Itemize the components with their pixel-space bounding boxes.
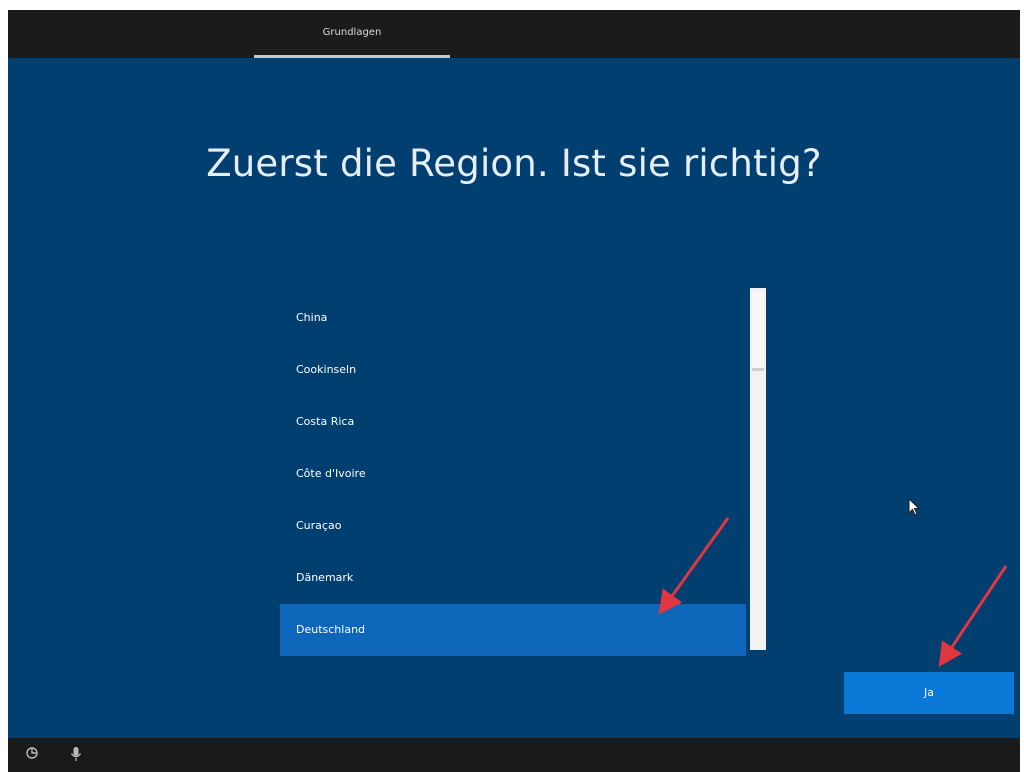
annotation-arrow-button xyxy=(938,565,1008,667)
oobe-screen: Grundlagen Zuerst die Region. Ist sie ri… xyxy=(8,10,1020,772)
tab-label: Grundlagen xyxy=(322,27,382,38)
ease-of-access-icon[interactable] xyxy=(22,746,42,766)
region-item-label: Dänemark xyxy=(296,571,354,584)
scrollbar-thumb[interactable] xyxy=(752,292,764,371)
bottom-bar xyxy=(8,738,1020,772)
region-item-label: Curaçao xyxy=(296,519,342,532)
region-item-cookinseln[interactable]: Cookinseln xyxy=(280,344,746,396)
region-item-china[interactable]: China xyxy=(280,292,746,344)
page-title: Zuerst die Region. Ist sie richtig? xyxy=(206,142,822,185)
region-item-label: Deutschland xyxy=(296,623,366,636)
top-bar: Grundlagen xyxy=(8,10,1020,58)
region-list[interactable]: China Cookinseln Costa Rica Côte d'Ivoir… xyxy=(280,288,766,656)
tab-active-indicator xyxy=(254,55,450,58)
region-item-cote-divoire[interactable]: Côte d'Ivoire xyxy=(280,448,746,500)
region-item-label: China xyxy=(296,311,328,324)
region-item-deutschland[interactable]: Deutschland xyxy=(280,604,746,656)
region-item-label: Costa Rica xyxy=(296,415,355,428)
region-item-label: Cookinseln xyxy=(296,363,357,376)
region-item-curacao[interactable]: Curaçao xyxy=(280,500,746,552)
mouse-cursor-icon xyxy=(908,498,921,516)
list-scrollbar[interactable] xyxy=(750,288,766,650)
region-item-costa-rica[interactable]: Costa Rica xyxy=(280,396,746,448)
region-item-daenemark[interactable]: Dänemark xyxy=(280,552,746,604)
tab-grundlagen[interactable]: Grundlagen xyxy=(254,10,450,58)
yes-button-label: Ja xyxy=(924,686,934,699)
region-item-label: Côte d'Ivoire xyxy=(296,467,366,480)
yes-button[interactable]: Ja xyxy=(844,672,1014,714)
microphone-icon[interactable] xyxy=(66,746,86,766)
